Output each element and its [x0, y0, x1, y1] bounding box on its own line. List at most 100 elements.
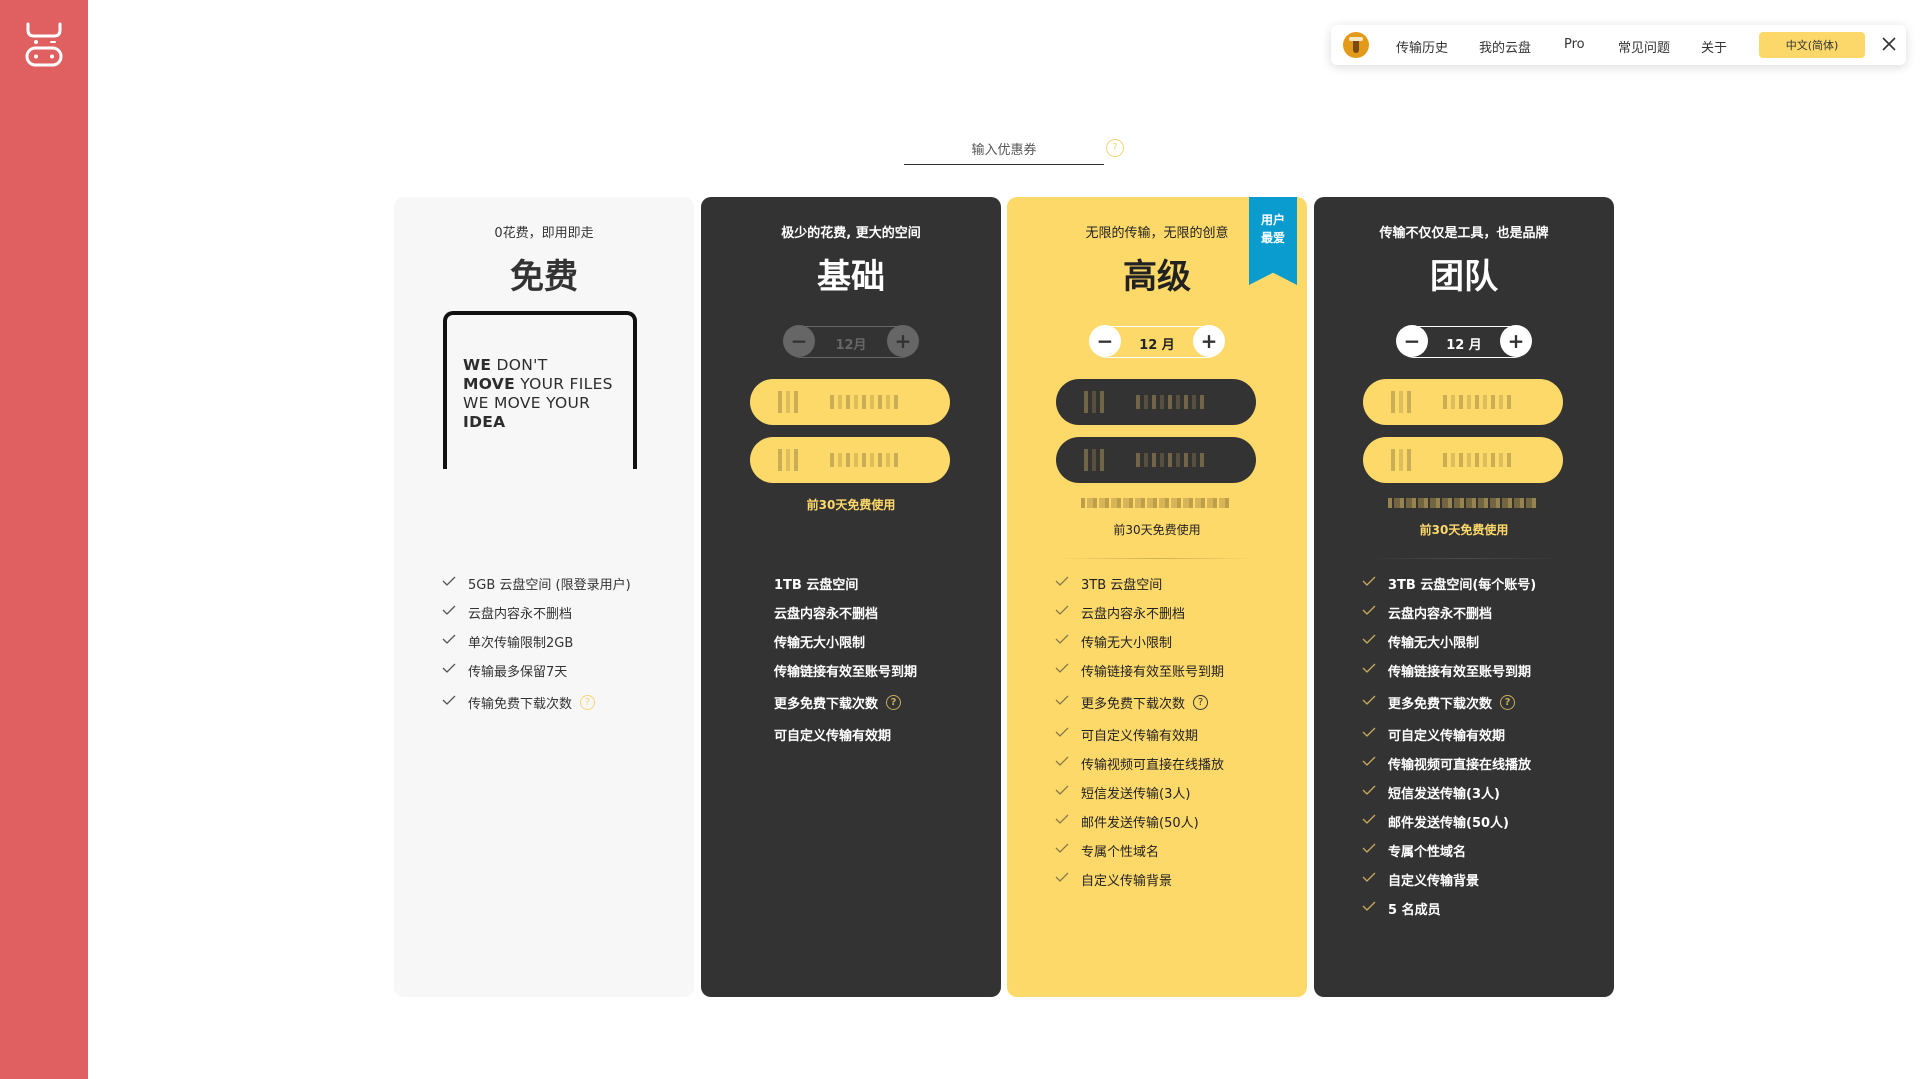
feature-item: 邮件发送传输(50人): [1362, 807, 1604, 836]
feature-item: 传输链接有效至账号到期: [1362, 656, 1604, 685]
check-icon: [442, 576, 456, 586]
feature-text: 传输无大小限制: [1388, 636, 1480, 651]
nav-transfer-history[interactable]: 传输历史: [1396, 37, 1448, 56]
nav-pro[interactable]: Pro: [1564, 37, 1585, 52]
increase-button[interactable]: +: [887, 325, 919, 357]
check-icon: [1055, 727, 1069, 737]
payment-button-obscured[interactable]: [750, 379, 950, 425]
feature-item: 自定义传输背景: [1055, 865, 1297, 894]
payment-icon: [1084, 391, 1106, 413]
payment-label: [1443, 395, 1513, 409]
payment-button-obscured[interactable]: [750, 437, 950, 483]
feature-item: 自定义传输背景: [1362, 865, 1604, 894]
feature-item: 传输无大小限制: [1362, 627, 1604, 656]
coupon-help-icon[interactable]: ?: [1106, 139, 1124, 157]
slogan-line: IDEA: [463, 413, 505, 431]
feature-text: 邮件发送传输(50人): [1081, 816, 1199, 831]
feature-text: 传输视频可直接在线播放: [1388, 758, 1532, 773]
feature-text: 可自定义传输有效期: [774, 729, 892, 744]
trial-note: 前30天免费使用: [1419, 523, 1509, 537]
payment-button-obscured[interactable]: [1056, 379, 1256, 425]
check-icon: [1362, 785, 1376, 795]
check-icon: [1362, 663, 1376, 673]
increase-button[interactable]: +: [1500, 325, 1532, 357]
feature-text: 邮件发送传输(50人): [1388, 816, 1509, 831]
help-icon[interactable]: ?: [886, 695, 902, 710]
feature-text: 云盘内容永不删档: [1388, 607, 1493, 622]
slogan-rest: WE MOVE YOUR: [463, 394, 591, 412]
help-icon[interactable]: ?: [1193, 695, 1209, 710]
divider: [1057, 558, 1257, 559]
increase-button[interactable]: +: [1193, 325, 1225, 357]
obscured-text: [1388, 498, 1538, 508]
check-icon: [1362, 695, 1376, 705]
plan-card-free: 0花费，即用即走 免费 WE DON'T MOVE YOUR FILES WE …: [394, 197, 694, 997]
coupon-input[interactable]: [904, 141, 1104, 159]
check-icon: [1055, 634, 1069, 644]
nav-about[interactable]: 关于: [1701, 37, 1727, 56]
feature-text: 5GB 云盘空间 (限登录用户): [468, 578, 631, 593]
feature-list: 3TB 云盘空间(每个账号) 云盘内容永不删档 传输无大小限制传输链接有效至账号到期…: [1362, 569, 1604, 923]
feature-item: 邮件发送传输(50人): [1055, 807, 1297, 836]
feature-text: 传输链接有效至账号到期: [1388, 665, 1532, 680]
feature-text: 3TB 云盘空间(每个账号): [1388, 578, 1537, 593]
feature-list: 1TB 云盘空间 云盘内容永不删档 传输无大小限制 传输链接有效至账号到期 更多免费下载…: [774, 569, 991, 749]
nav-faq[interactable]: 常见问题: [1618, 37, 1670, 56]
payment-icon: [778, 391, 800, 413]
slogan-line: WE MOVE YOUR: [463, 394, 590, 412]
feature-text: 更多免费下载次数: [1388, 697, 1493, 712]
duration-stepper: − 12 月 +: [1089, 325, 1225, 358]
payment-label: [830, 395, 900, 409]
plan-card-basic: 极少的花费, 更大的空间 基础 − 12月 + 前30天免费使用 1TB 云盘空…: [701, 197, 1001, 997]
feature-text: 5 名成员: [1388, 903, 1441, 918]
payment-button-obscured[interactable]: [1056, 437, 1256, 483]
plan-tagline: 传输不仅仅是工具，也是品牌: [1379, 226, 1549, 241]
check-icon: [442, 605, 456, 615]
sidebar: [0, 0, 88, 1079]
payment-icon: [1391, 449, 1413, 471]
language-select-button[interactable]: 中文(简体): [1759, 32, 1865, 58]
divider: [1364, 558, 1564, 559]
payment-button-obscured[interactable]: [1363, 437, 1563, 483]
feature-item: 专属个性域名: [1055, 836, 1297, 865]
feature-text: 自定义传输背景: [1388, 874, 1480, 889]
feature-item: 可自定义传输有效期: [1055, 720, 1297, 749]
feature-item: 传输免费下载次数?: [442, 685, 684, 720]
check-icon: [1055, 605, 1069, 615]
payment-icon: [1391, 391, 1413, 413]
top-nav: 传输历史 我的云盘 Pro 常见问题 关于 中文(简体): [1331, 25, 1906, 65]
payment-label: [1136, 395, 1206, 409]
slogan-bold: MOVE: [463, 375, 515, 393]
feature-item: 短信发送传输(3人): [1055, 778, 1297, 807]
feature-list: 3TB 云盘空间 云盘内容永不删档 传输无大小限制 传输链接有效至账号到期 更多免费下载…: [1055, 569, 1297, 894]
check-icon: [1362, 814, 1376, 824]
feature-text: 自定义传输背景: [1081, 874, 1173, 889]
payment-label: [1443, 453, 1513, 467]
help-icon[interactable]: ?: [1500, 695, 1516, 710]
check-icon: [1055, 785, 1069, 795]
check-icon: [1055, 843, 1069, 853]
cow-face-icon[interactable]: [24, 20, 64, 68]
check-icon: [442, 634, 456, 644]
feature-text: 传输视频可直接在线播放: [1081, 758, 1225, 773]
check-icon: [1362, 872, 1376, 882]
plan-card-team: 传输不仅仅是工具，也是品牌 团队 − 12 月 + 前30天免费使用 3TB 云…: [1314, 197, 1614, 997]
feature-item: 1TB 云盘空间: [774, 569, 991, 598]
slogan-bold: WE: [463, 356, 492, 374]
help-icon[interactable]: ?: [580, 695, 596, 710]
slogan-line: WE DON'T: [463, 356, 547, 374]
ribbon-line: 用户: [1260, 213, 1285, 227]
feature-item: 更多免费下载次数?: [1055, 685, 1297, 720]
payment-label: [830, 453, 900, 467]
slogan-rest: YOUR FILES: [514, 375, 613, 393]
feature-item: 更多免费下载次数?: [1362, 685, 1604, 720]
coupon-field: [904, 136, 1104, 165]
nav-my-cloud[interactable]: 我的云盘: [1479, 37, 1531, 56]
payment-button-obscured[interactable]: [1363, 379, 1563, 425]
plan-tagline: 极少的花费, 更大的空间: [781, 226, 921, 241]
close-icon[interactable]: [1879, 34, 1899, 54]
feature-list: 5GB 云盘空间 (限登录用户) 云盘内容永不删档 单次传输限制2GB 传输最多保留7…: [442, 569, 684, 720]
feature-item: 单次传输限制2GB: [442, 627, 684, 656]
feature-item: 可自定义传输有效期: [774, 720, 991, 749]
user-avatar-icon[interactable]: [1343, 32, 1369, 58]
